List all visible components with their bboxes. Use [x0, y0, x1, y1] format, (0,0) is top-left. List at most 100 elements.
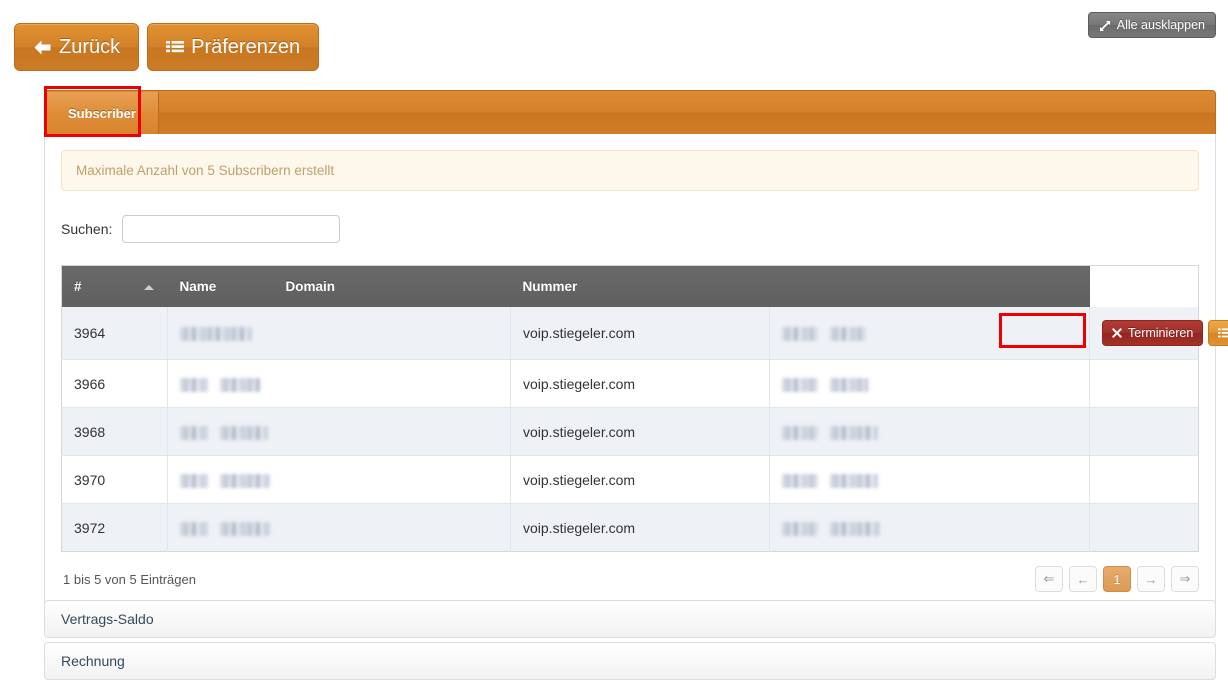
top-toolbar: Zurück Präferenzen — [14, 23, 320, 71]
redacted-name-part1 — [180, 377, 208, 392]
row-actions: Terminieren — [1102, 320, 1228, 346]
max-subscribers-alert: Maximale Anzahl von 5 Subscribern erstel… — [61, 150, 1199, 191]
search-label: Suchen: — [61, 221, 113, 237]
tab-subscriber-label: Subscriber — [68, 105, 136, 121]
redacted-nummer-part2 — [829, 425, 878, 440]
table-footer: 1 bis 5 von 5 Einträgen ⇐ ← 1 → ⇒ — [61, 566, 1199, 596]
cell-id: 3972 — [61, 503, 168, 552]
cell-domain: voip.stiegeler.com — [510, 359, 770, 408]
preferences-button[interactable]: Präferenzen — [147, 23, 320, 71]
cell-id: 3964 — [61, 307, 168, 360]
pagination: ⇐ ← 1 → ⇒ — [1035, 566, 1199, 592]
search-input[interactable] — [122, 215, 341, 243]
redacted-name-part2 — [219, 377, 260, 392]
cell-actions — [1089, 503, 1199, 552]
table-body: 3964 voip.stiegeler.com Terminieren 3966… — [61, 307, 1228, 552]
redacted-nummer-part2 — [829, 473, 878, 488]
accordion-rechnung[interactable]: Rechnung — [44, 642, 1216, 680]
collapse-all-label: Alle ausklappen — [1116, 18, 1205, 32]
cell-actions — [1089, 455, 1199, 504]
back-button-label: Zurück — [59, 36, 121, 58]
expand-arrows-icon — [1099, 18, 1111, 32]
cell-actions: Terminieren — [1089, 307, 1228, 360]
redacted-name-part1 — [180, 521, 208, 536]
subscriber-panel: Subscriber Maximale Anzahl von 5 Subscri… — [44, 90, 1228, 613]
accordion-vertrags-saldo[interactable]: Vertrags-Saldo — [44, 600, 1216, 638]
cell-domain: voip.stiegeler.com — [510, 307, 770, 360]
cell-domain: voip.stiegeler.com — [510, 503, 770, 552]
redacted-nummer-part2 — [829, 377, 868, 392]
column-header-nummer[interactable]: Nummer — [510, 265, 770, 307]
pagination-last[interactable]: ⇒ — [1171, 566, 1199, 592]
column-header-name[interactable]: Name — [167, 265, 274, 307]
column-header-id[interactable]: # — [61, 265, 168, 307]
cell-id: 3968 — [61, 407, 168, 456]
redacted-name-part1 — [180, 425, 208, 440]
cell-domain: voip.stiegeler.com — [510, 407, 770, 456]
cell-id: 3966 — [61, 359, 168, 408]
cell-actions — [1089, 407, 1199, 456]
search-row: Suchen: — [61, 215, 1199, 243]
table-row[interactable]: 3970 voip.stiegeler.com — [61, 455, 1199, 504]
table-row[interactable]: 3964 voip.stiegeler.com Terminieren — [61, 307, 1228, 360]
redacted-name-part2 — [219, 521, 270, 536]
redacted-nummer-part1 — [782, 473, 818, 488]
table-row[interactable]: 3966 voip.stiegeler.com — [61, 359, 1199, 408]
tab-subscriber[interactable]: Subscriber — [46, 92, 159, 134]
collapse-all-button[interactable]: Alle ausklappen — [1087, 12, 1216, 38]
pagination-page-1[interactable]: 1 — [1103, 566, 1131, 592]
redacted-nummer-part1 — [782, 377, 818, 392]
preferences-button-label: Präferenzen — [191, 36, 301, 58]
cell-id: 3970 — [61, 455, 168, 504]
cell-nummer — [769, 455, 1090, 504]
column-header-nummer-label: Nummer — [522, 279, 578, 294]
cell-name — [167, 359, 511, 408]
pagination-first[interactable]: ⇐ — [1035, 566, 1063, 592]
redacted-nummer-part1 — [782, 521, 818, 536]
alert-text: Maximale Anzahl von 5 Subscribern erstel… — [76, 163, 335, 178]
redacted-name — [180, 327, 252, 342]
cell-actions — [1089, 359, 1199, 408]
pagination-next[interactable]: → — [1137, 566, 1165, 592]
panel-tabbar: Subscriber — [44, 90, 1216, 134]
terminate-button-label: Terminieren — [1128, 325, 1194, 340]
cell-nummer — [769, 307, 1090, 360]
table-row[interactable]: 3972 voip.stiegeler.com — [61, 503, 1199, 552]
column-header-id-label: # — [74, 279, 82, 294]
redacted-name-part1 — [180, 473, 208, 488]
details-button[interactable]: Details — [1208, 320, 1228, 346]
redacted-nummer-part2 — [829, 327, 866, 342]
redacted-nummer-part1 — [782, 425, 818, 440]
sort-ascending-icon — [143, 284, 154, 290]
pagination-prev[interactable]: ← — [1069, 566, 1097, 592]
terminate-button[interactable]: Terminieren — [1102, 320, 1204, 346]
accordion-vertrags-saldo-label: Vertrags-Saldo — [61, 611, 154, 627]
cell-name — [167, 455, 511, 504]
column-header-actions — [769, 265, 1090, 307]
redacted-name-part2 — [219, 473, 270, 488]
close-x-icon — [1112, 327, 1122, 340]
cell-name — [167, 503, 511, 552]
table-header: # Name Domain Nummer — [61, 265, 1199, 307]
column-header-name-label: Name — [179, 279, 217, 294]
list-icon — [166, 38, 185, 56]
back-button[interactable]: Zurück — [14, 23, 140, 71]
list-icon — [1218, 327, 1228, 340]
redacted-name-part2 — [219, 425, 268, 440]
column-header-domain[interactable]: Domain — [273, 265, 511, 307]
cell-nummer — [769, 407, 1090, 456]
entries-info: 1 bis 5 von 5 Einträgen — [63, 571, 196, 587]
table-row[interactable]: 3968 voip.stiegeler.com — [61, 407, 1199, 456]
cell-nummer — [769, 503, 1090, 552]
column-header-domain-label: Domain — [285, 279, 336, 294]
cell-domain: voip.stiegeler.com — [510, 455, 770, 504]
redacted-nummer-part2 — [829, 521, 880, 536]
cell-nummer — [769, 359, 1090, 408]
cell-name — [167, 407, 511, 456]
redacted-nummer-part1 — [782, 327, 818, 342]
accordion-rechnung-label: Rechnung — [61, 653, 125, 669]
panel-body: Maximale Anzahl von 5 Subscribern erstel… — [44, 134, 1228, 613]
cell-name — [167, 307, 511, 360]
subscriber-table: # Name Domain Nummer 3964 voip.stiegeler… — [61, 265, 1228, 552]
table-header-row: # Name Domain Nummer — [61, 265, 1199, 307]
